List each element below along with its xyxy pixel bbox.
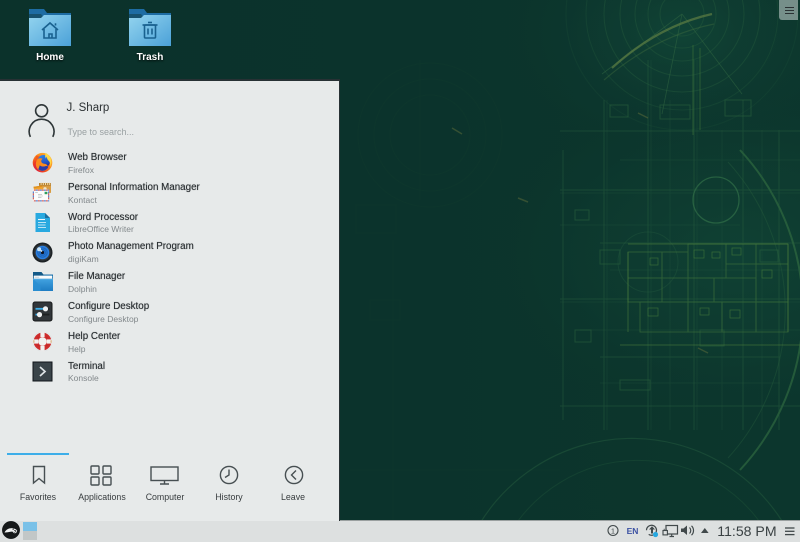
svg-text:EN: EN — [627, 526, 639, 536]
svg-text:1: 1 — [611, 527, 615, 536]
svg-text:11:58 PM: 11:58 PM — [717, 523, 776, 539]
